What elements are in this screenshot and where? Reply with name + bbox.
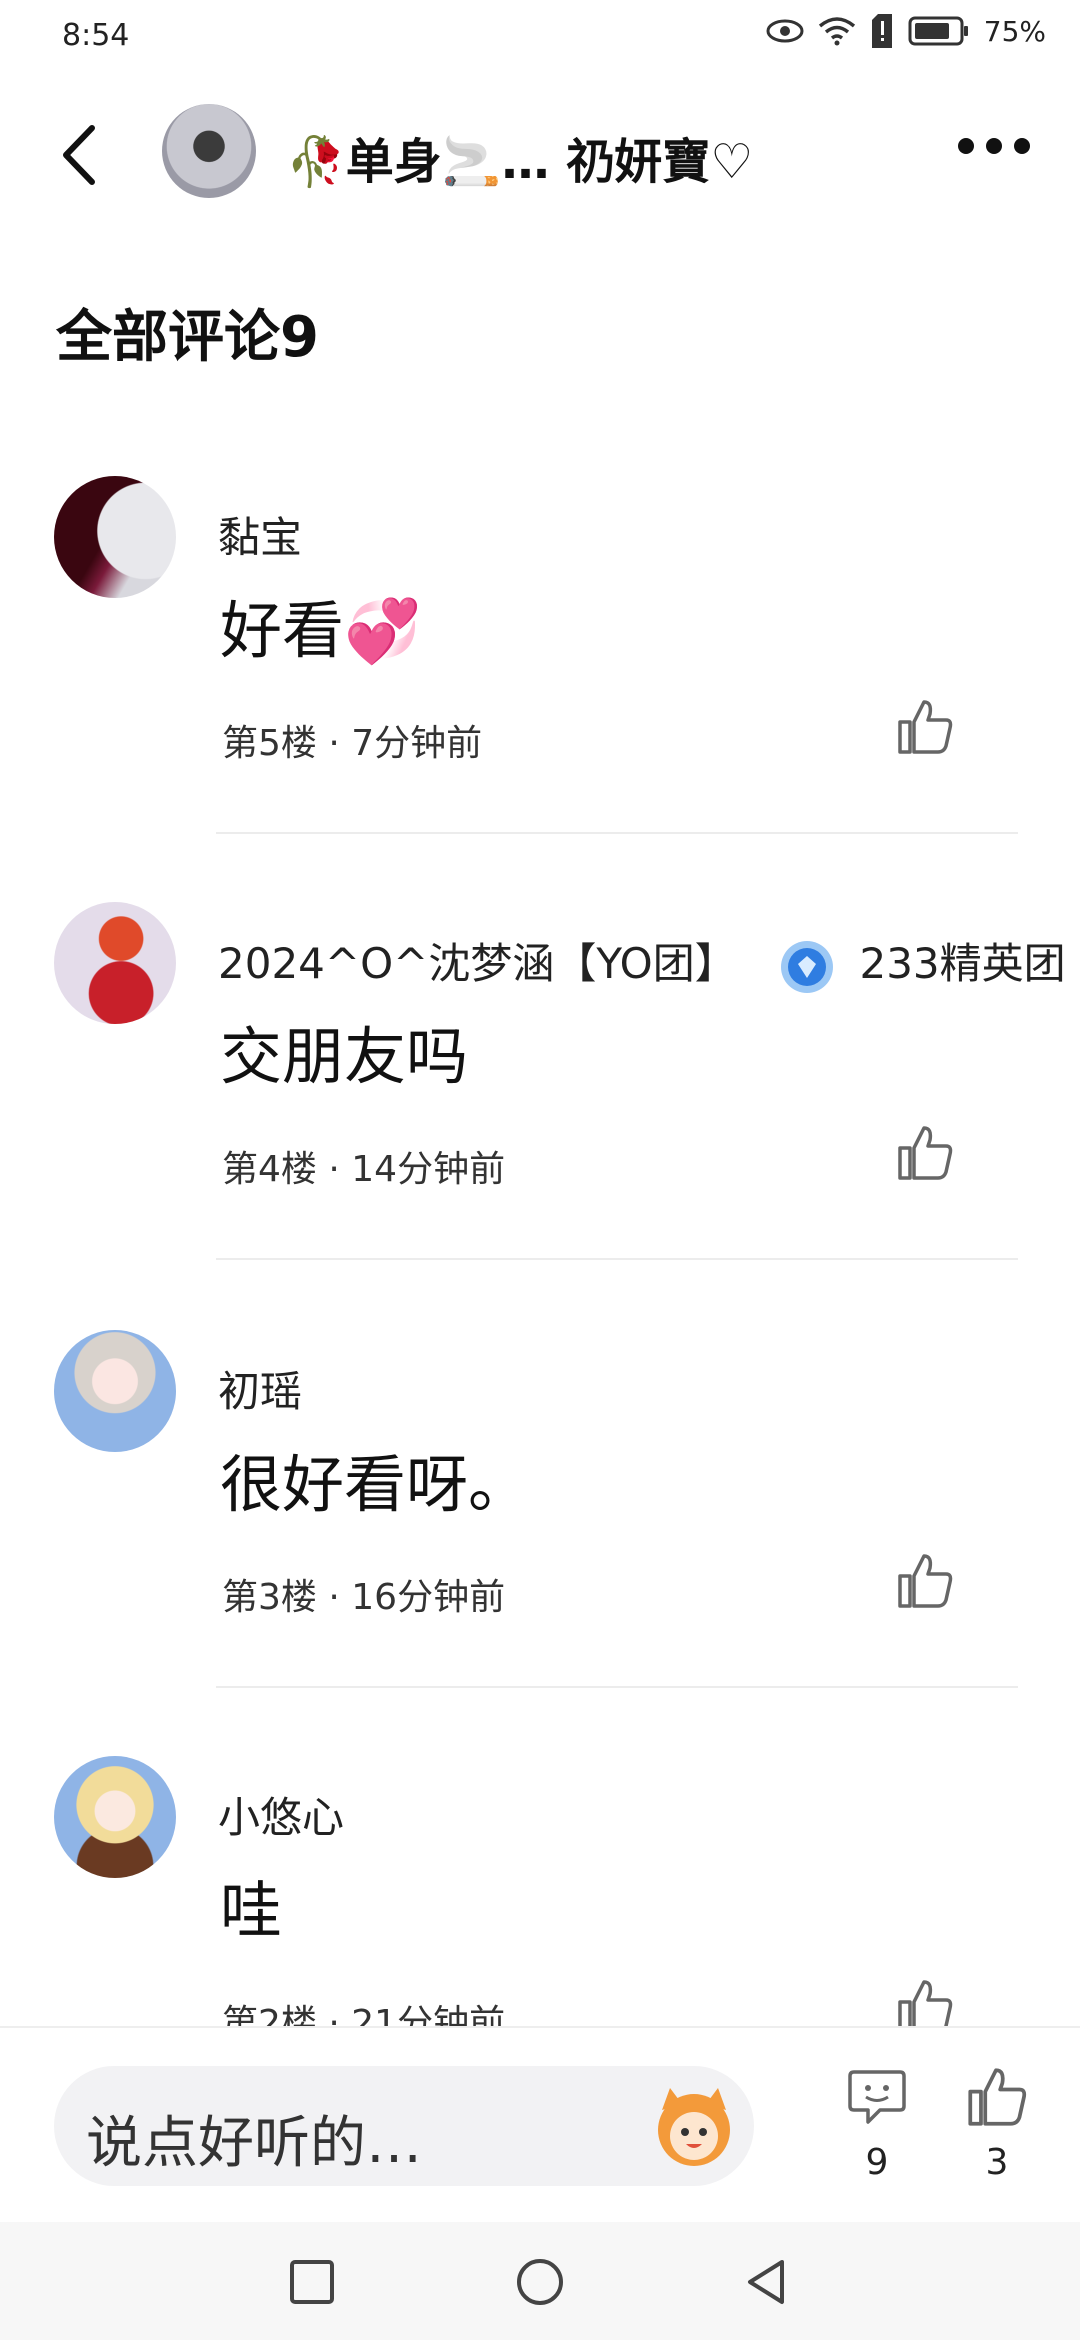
- mascot-emoji-icon[interactable]: [648, 2080, 740, 2172]
- home-icon[interactable]: [514, 2256, 566, 2308]
- battery-percent: 75%: [983, 14, 1046, 48]
- badge-label: 233精英团: [859, 939, 1066, 988]
- comments-section-title: 全部评论9: [56, 305, 319, 370]
- sim-alert-icon: [871, 14, 892, 48]
- divider: [216, 1258, 1018, 1260]
- comment-count-button[interactable]: 9: [842, 2066, 912, 2206]
- avatar[interactable]: [54, 902, 176, 1024]
- thumbs-up-icon: [898, 700, 953, 754]
- comment-text: 很好看呀。: [220, 1448, 531, 1521]
- comment-time: 7分钟前: [351, 723, 483, 764]
- status-time: 8:54: [62, 18, 130, 53]
- comment-meta: 第3楼 · 16分钟前: [222, 1568, 505, 1620]
- comment-like-button[interactable]: [896, 1552, 954, 1610]
- comment-item: 黏宝 好看💞 第5楼 · 7分钟前: [0, 476, 1080, 904]
- comment-username[interactable]: 黏宝: [218, 504, 302, 565]
- thumbs-up-icon: [968, 2068, 1027, 2126]
- input-placeholder: 说点好听的…: [86, 2111, 422, 2176]
- divider: [216, 832, 1018, 834]
- comment-floor: 第4楼: [222, 1149, 317, 1190]
- comment-floor: 第5楼: [222, 723, 317, 764]
- system-nav-bar: [0, 2222, 1080, 2340]
- comment-text: 交朋友吗: [220, 1020, 469, 1093]
- comment-item: 初瑶 很好看呀。 第3楼 · 16分钟前: [0, 1330, 1080, 1758]
- wifi-icon: [818, 17, 855, 46]
- comment-text: 好看💞: [220, 594, 422, 667]
- back-button[interactable]: [54, 120, 114, 190]
- eye-icon: [766, 19, 804, 43]
- post-like-button[interactable]: 3: [962, 2066, 1032, 2206]
- more-dot: [1014, 138, 1030, 154]
- thumbs-up-icon: [898, 1126, 953, 1180]
- status-icons: 75%: [766, 14, 1046, 48]
- like-count: 3: [985, 2142, 1009, 2183]
- comment-text: 哇: [220, 1874, 283, 1947]
- comment-input-bar: 说点好听的… 9 3: [0, 2026, 1080, 2224]
- avatar[interactable]: [54, 1756, 176, 1878]
- comment-like-button[interactable]: [896, 1124, 954, 1182]
- author-avatar[interactable]: [162, 104, 256, 198]
- chevron-left-icon: [63, 125, 95, 185]
- comment-username[interactable]: 2024^O^沈梦涵【YO团】 233精英团: [218, 930, 1066, 996]
- meta-separator: ·: [328, 1149, 340, 1190]
- comment-meta: 第4楼 · 14分钟前: [222, 1140, 505, 1192]
- avatar[interactable]: [54, 476, 176, 598]
- thumbs-up-icon: [898, 1554, 953, 1608]
- back-nav-icon[interactable]: [742, 2256, 794, 2308]
- comment-time: 14分钟前: [351, 1149, 506, 1190]
- comment-floor: 第3楼: [222, 1577, 317, 1618]
- comment-username[interactable]: 小悠心: [218, 1784, 344, 1845]
- more-dot: [958, 138, 974, 154]
- status-bar: 8:54 75%: [0, 0, 1080, 80]
- avatar[interactable]: [54, 1330, 176, 1452]
- comment-time: 16分钟前: [351, 1577, 506, 1618]
- comment-username-text: 2024^O^沈梦涵【YO团】: [218, 939, 737, 988]
- battery-icon: [908, 16, 968, 46]
- comment-count: 9: [865, 2142, 889, 2183]
- comment-input[interactable]: 说点好听的…: [54, 2066, 754, 2186]
- divider: [216, 1686, 1018, 1688]
- more-dot: [986, 138, 1002, 154]
- comment-item: 2024^O^沈梦涵【YO团】 233精英团 交朋友吗 第4楼 · 14分钟前: [0, 902, 1080, 1330]
- meta-separator: ·: [328, 723, 340, 764]
- meta-separator: ·: [328, 1577, 340, 1618]
- author-name[interactable]: 🥀单身🚬… 礽妍寶♡: [286, 122, 753, 192]
- post-header: 🥀单身🚬… 礽妍寶♡: [0, 80, 1080, 220]
- comment-meta: 第5楼 · 7分钟前: [222, 714, 482, 766]
- comment-bubble-icon: [848, 2070, 906, 2124]
- comment-like-button[interactable]: [896, 698, 954, 756]
- medal-badge-icon: [781, 940, 834, 993]
- comment-username[interactable]: 初瑶: [218, 1358, 302, 1419]
- recent-apps-icon[interactable]: [286, 2256, 338, 2308]
- more-options-button[interactable]: [958, 138, 1030, 154]
